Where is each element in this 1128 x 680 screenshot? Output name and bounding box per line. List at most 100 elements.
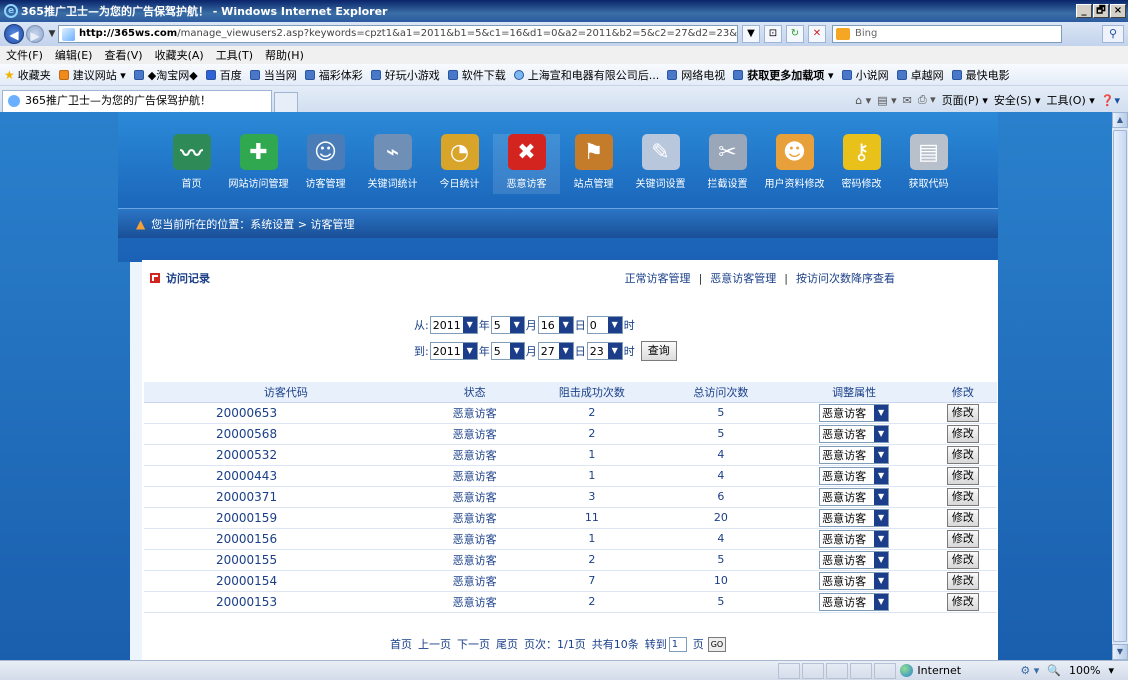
fav-dangdang[interactable]: 当当网	[249, 67, 297, 83]
visitor-code[interactable]: 20000153	[144, 591, 428, 613]
compat-view-icon[interactable]: ⊡	[764, 25, 782, 43]
edit-button[interactable]: 修改	[946, 529, 979, 548]
visitor-code[interactable]: 20000371	[144, 486, 428, 508]
fav-joyo[interactable]: 卓越网	[896, 67, 944, 83]
attribute-select[interactable]: 恶意访客 ▼	[819, 592, 890, 611]
pager-last[interactable]: 尾页	[496, 636, 518, 652]
link-sort-by-visits[interactable]: 按访问次数降序查看	[796, 272, 895, 285]
to-year-select[interactable]: 2011 ▼	[429, 342, 478, 360]
pager-prev[interactable]: 上一页	[418, 636, 451, 652]
fav-suggested-sites[interactable]: 建议网站 ▾	[58, 67, 126, 83]
search-input[interactable]: Bing	[832, 25, 1062, 43]
back-button[interactable]: ◀	[4, 24, 24, 44]
edit-button[interactable]: 修改	[946, 508, 979, 527]
nav-item-8[interactable]: ✂ 拦截设置	[694, 134, 761, 194]
edit-button[interactable]: 修改	[946, 571, 979, 590]
fav-taobao[interactable]: ◆淘宝网◆	[133, 67, 198, 83]
zoom-level[interactable]: 100%	[1069, 664, 1100, 677]
from-day-select[interactable]: 16 ▼	[537, 316, 574, 334]
menu-tools[interactable]: 工具(T)	[216, 47, 253, 63]
scroll-thumb[interactable]	[1113, 130, 1127, 642]
fav-lottery[interactable]: 福彩体彩	[304, 67, 363, 83]
to-month-select[interactable]: 5 ▼	[490, 342, 525, 360]
favorites-button[interactable]: ★ 收藏夹	[4, 67, 51, 83]
visitor-code[interactable]: 20000532	[144, 444, 428, 466]
attribute-select[interactable]: 恶意访客 ▼	[819, 424, 890, 443]
pager-first[interactable]: 首页	[390, 636, 412, 652]
from-hour-select[interactable]: 0 ▼	[586, 316, 623, 334]
nav-item-6[interactable]: ⚑ 站点管理	[560, 134, 627, 194]
pager-next[interactable]: 下一页	[457, 636, 490, 652]
menu-edit[interactable]: 编辑(E)	[55, 47, 93, 63]
nav-item-2[interactable]: ☺ 访客管理	[292, 134, 359, 194]
attribute-select[interactable]: 恶意访客 ▼	[819, 529, 890, 548]
forward-button[interactable]: ▶	[26, 25, 44, 43]
edit-button[interactable]: 修改	[946, 550, 979, 569]
nav-item-10[interactable]: ⚷ 密码修改	[828, 134, 895, 194]
scroll-up-icon[interactable]: ▲	[1112, 112, 1128, 128]
protected-mode-icon[interactable]: ⚙ ▾	[1020, 664, 1039, 677]
zoom-icon[interactable]: 🔍	[1047, 664, 1061, 677]
attribute-select[interactable]: 恶意访客 ▼	[819, 571, 890, 590]
attribute-select[interactable]: 恶意访客 ▼	[819, 445, 890, 464]
nav-item-1[interactable]: ✚ 网站访问管理	[225, 134, 292, 194]
visitor-code[interactable]: 20000156	[144, 528, 428, 550]
fav-movies[interactable]: 最快电影	[951, 67, 1010, 83]
nav-item-5[interactable]: ✖ 恶意访客	[493, 134, 560, 194]
edit-button[interactable]: 修改	[946, 445, 979, 464]
to-hour-select[interactable]: 23 ▼	[586, 342, 623, 360]
edit-button[interactable]: 修改	[946, 403, 979, 422]
visitor-code[interactable]: 20000155	[144, 549, 428, 571]
edit-button[interactable]: 修改	[946, 592, 979, 611]
menu-file[interactable]: 文件(F)	[6, 47, 43, 63]
nav-item-9[interactable]: ☻ 用户资料修改	[761, 134, 828, 194]
from-month-select[interactable]: 5 ▼	[490, 316, 525, 334]
maximize-button[interactable]: 🗗	[1093, 4, 1109, 18]
edit-button[interactable]: 修改	[946, 487, 979, 506]
mail-icon[interactable]: ✉	[903, 94, 912, 107]
nav-item-11[interactable]: ▤ 获取代码	[895, 134, 962, 194]
page-number-input[interactable]: 1	[668, 636, 687, 652]
vertical-scrollbar[interactable]: ▲ ▼	[1112, 112, 1128, 660]
menu-help[interactable]: 帮助(H)	[265, 47, 304, 63]
nav-item-0[interactable]: 〰首页	[158, 134, 225, 194]
address-dropdown-icon[interactable]: ▼	[742, 25, 760, 43]
zoom-dropdown-icon[interactable]: ▾	[1108, 664, 1114, 677]
fav-games[interactable]: 好玩小游戏	[370, 67, 440, 83]
search-icon[interactable]: ⚲	[1102, 25, 1124, 43]
edit-button[interactable]: 修改	[946, 466, 979, 485]
nav-item-3[interactable]: ⌁ 关键词统计	[359, 134, 426, 194]
address-input[interactable]: http://365ws.com/manage_viewusers2.asp?k…	[58, 25, 738, 43]
attribute-select[interactable]: 恶意访客 ▼	[819, 466, 890, 485]
visitor-code[interactable]: 20000443	[144, 465, 428, 487]
new-tab-button[interactable]	[274, 92, 298, 112]
nav-item-7[interactable]: ✎ 关键词设置	[627, 134, 694, 194]
history-dropdown-icon[interactable]: ▼	[46, 29, 58, 39]
attribute-select[interactable]: 恶意访客 ▼	[819, 487, 890, 506]
link-malicious-visitors[interactable]: 恶意访客管理	[710, 272, 776, 285]
fav-addons[interactable]: 获取更多加载项 ▾	[733, 67, 834, 83]
help-icon[interactable]: ❓▾	[1101, 94, 1120, 107]
tab-current[interactable]: 365推广卫士—为您的广告保驾护航！	[2, 90, 272, 112]
menu-favorites[interactable]: 收藏夹(A)	[155, 47, 204, 63]
refresh-icon[interactable]: ↻	[786, 25, 804, 43]
feeds-icon[interactable]: ▤ ▾	[877, 94, 896, 107]
menu-view[interactable]: 查看(V)	[104, 47, 142, 63]
fav-shanghai[interactable]: 上海宣和电器有限公司后...	[513, 67, 659, 83]
visitor-code[interactable]: 20000159	[144, 507, 428, 529]
visitor-code[interactable]: 20000154	[144, 570, 428, 592]
visitor-code[interactable]: 20000653	[144, 402, 428, 424]
attribute-select[interactable]: 恶意访客 ▼	[819, 403, 890, 422]
scroll-down-icon[interactable]: ▼	[1112, 644, 1128, 660]
visitor-code[interactable]: 20000568	[144, 423, 428, 445]
link-normal-visitors[interactable]: 正常访客管理	[625, 272, 691, 285]
stop-icon[interactable]: ✕	[808, 25, 826, 43]
attribute-select[interactable]: 恶意访客 ▼	[819, 508, 890, 527]
go-button[interactable]: GO	[707, 636, 727, 652]
fav-nettv[interactable]: 网络电视	[667, 67, 725, 83]
tools-menu[interactable]: 工具(O) ▾	[1047, 92, 1095, 108]
print-icon[interactable]: ⎙ ▾	[918, 93, 936, 107]
window-title-bar[interactable]: e 365推广卫士—为您的广告保驾护航！ - Windows Internet …	[0, 0, 1128, 22]
query-button[interactable]: 查询	[640, 341, 677, 361]
nav-item-4[interactable]: ◔ 今日统计	[426, 134, 493, 194]
